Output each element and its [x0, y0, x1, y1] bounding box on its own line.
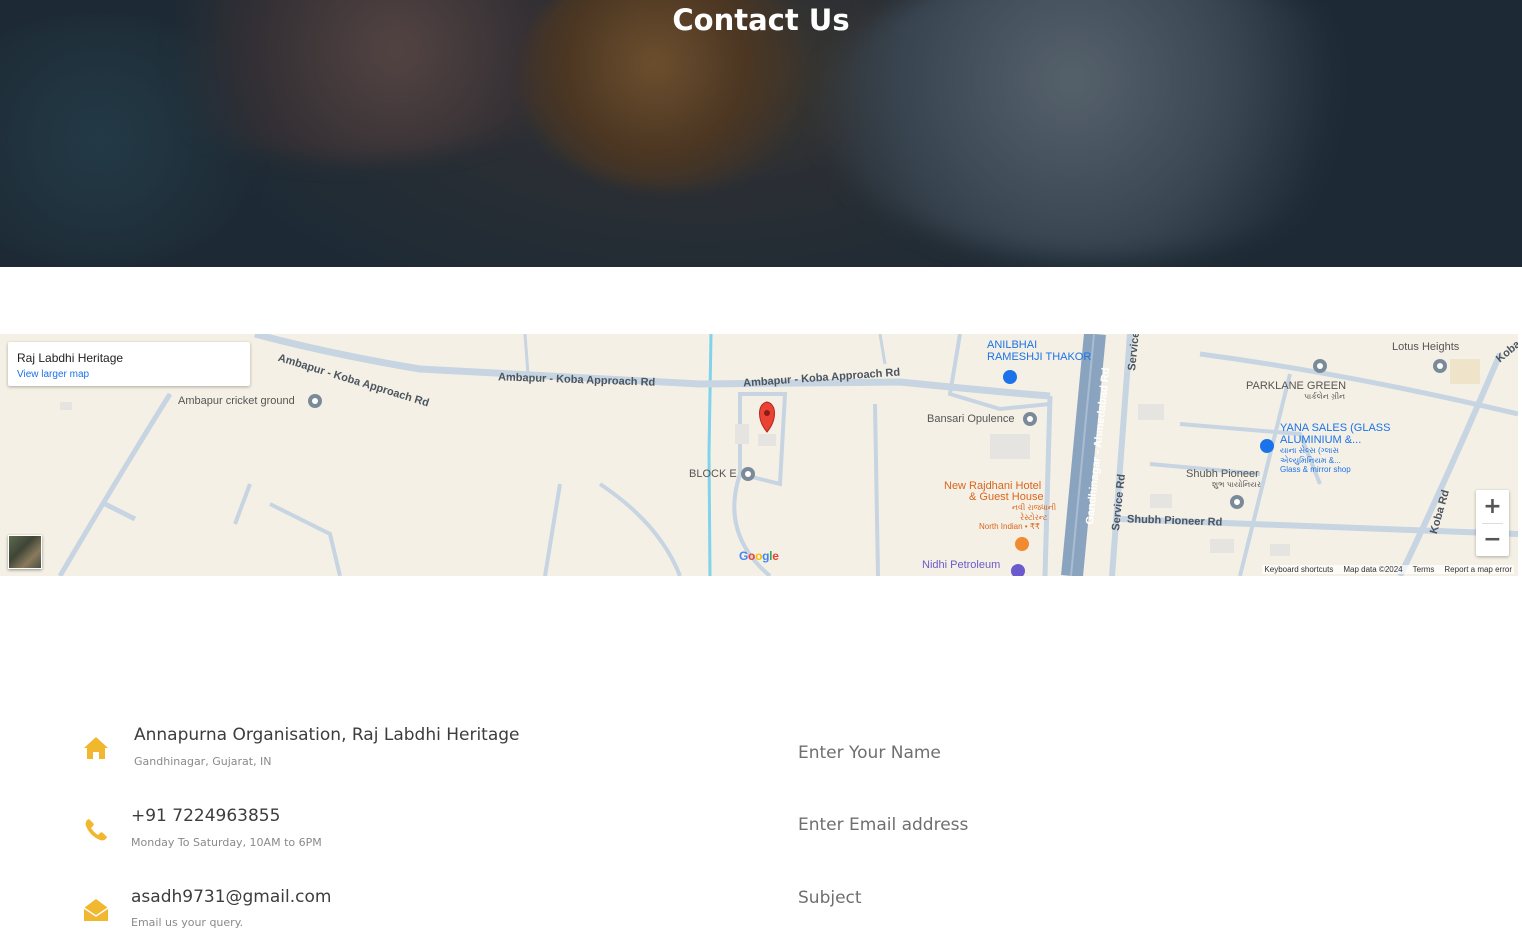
address-subtitle: Gandhinagar, Gujarat, IN: [134, 755, 272, 768]
phone-hours: Monday To Saturday, 10AM to 6PM: [131, 836, 322, 849]
map-poi-label[interactable]: Bansari Opulence: [927, 413, 1014, 425]
address-title: Annapurna Organisation, Raj Labdhi Herit…: [134, 725, 520, 745]
envelope-open-icon: [82, 896, 110, 924]
map-zoom-control: + −: [1476, 490, 1509, 556]
map-poi-label[interactable]: Shubh Pioneer: [1186, 468, 1259, 480]
subject-input[interactable]: [798, 882, 1418, 914]
map-poi-label[interactable]: PARKLANE GREEN: [1246, 380, 1346, 392]
map-place-name: Raj Labdhi Heritage: [17, 351, 124, 365]
phone-number[interactable]: +91 7224963855: [131, 806, 280, 826]
map-poi-label: નવી રાજધાની: [1012, 503, 1057, 512]
terms-link[interactable]: Terms: [1413, 565, 1435, 574]
map-poi-label[interactable]: RAMESHJI THAKOR: [987, 351, 1091, 363]
map-poi-label: Glass & mirror shop: [1280, 465, 1351, 474]
view-larger-map-link[interactable]: View larger map: [17, 369, 89, 380]
map-poi-label[interactable]: ANILBHAI: [987, 339, 1037, 351]
email-subtitle: Email us your query.: [131, 916, 244, 929]
map-poi-label[interactable]: YANA SALES (GLASS: [1280, 422, 1390, 434]
map-poi-label[interactable]: Ambapur cricket ground: [178, 395, 295, 407]
keyboard-shortcuts-link[interactable]: Keyboard shortcuts: [1264, 565, 1333, 574]
map-poi-label: & Guest House: [969, 491, 1044, 503]
embedded-map[interactable]: Raj Labdhi Heritage View larger map Amba…: [0, 334, 1518, 576]
map-place-card: Raj Labdhi Heritage View larger map: [8, 342, 250, 386]
map-data-text: Map data ©2024: [1343, 565, 1403, 574]
map-poi-label: North Indian • ₹₹: [979, 522, 1041, 531]
page-title: Contact Us: [672, 3, 850, 37]
name-input[interactable]: [798, 737, 1418, 769]
map-poi-label[interactable]: Nidhi Petroleum: [922, 559, 1000, 571]
map-poi-label: ALUMINIUM &...: [1280, 434, 1362, 446]
satellite-toggle-thumbnail[interactable]: [8, 535, 42, 569]
map-poi-label[interactable]: BLOCK E: [689, 468, 737, 480]
map-attribution-bar: Keyboard shortcuts Map data ©2024 Terms …: [1262, 565, 1514, 574]
map-poi-label: પાર્કલેન ગ્રીન: [1304, 392, 1346, 401]
email-input[interactable]: [798, 809, 1418, 841]
hero-banner: Contact Us: [0, 0, 1522, 267]
map-poi-label: યાના સેલ્સ (ગ્લાસ: [1280, 446, 1339, 455]
report-map-error-link[interactable]: Report a map error: [1444, 565, 1512, 574]
email-address[interactable]: asadh9731@gmail.com: [131, 887, 331, 907]
zoom-in-button[interactable]: +: [1476, 490, 1509, 523]
hero-overlay: [0, 0, 1522, 267]
home-icon: [82, 734, 110, 762]
map-poi-label[interactable]: Lotus Heights: [1392, 341, 1459, 353]
phone-icon: [82, 816, 110, 844]
zoom-out-button[interactable]: −: [1476, 523, 1509, 556]
map-poi-label: શુભ પાયોનિયર: [1212, 480, 1261, 489]
google-logo: Google: [739, 549, 779, 563]
